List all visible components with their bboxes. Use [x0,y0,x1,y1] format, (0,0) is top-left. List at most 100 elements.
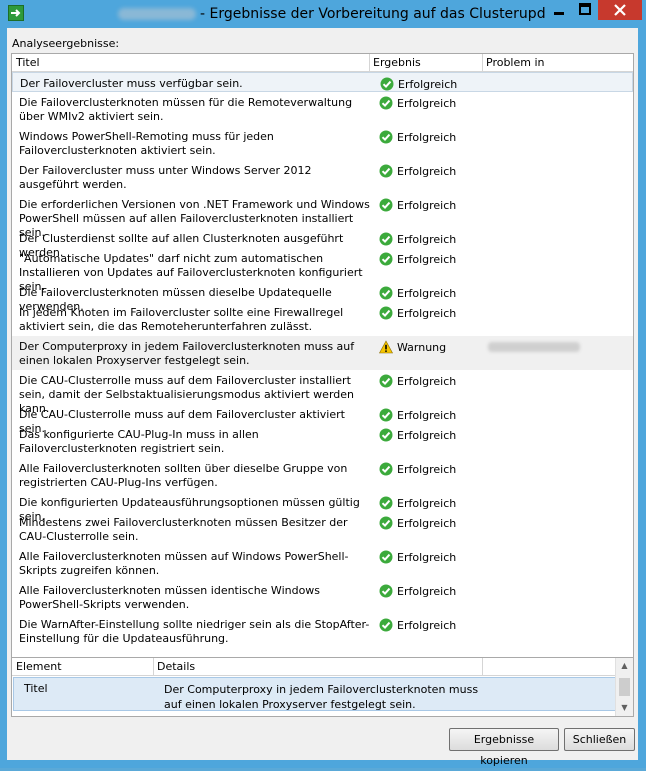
success-check-icon [379,550,393,564]
scroll-thumb[interactable] [619,678,630,696]
row-result-label: Erfolgreich [397,551,457,564]
details-grid[interactable]: Element Details Titel Der Computerproxy … [11,657,634,717]
table-row[interactable]: Alle Failoverclusterknoten sollten über … [12,458,633,492]
success-check-icon [379,496,393,510]
row-title: Der Failovercluster muss unter Windows S… [19,164,312,191]
table-row[interactable]: Die CAU-Clusterrolle muss auf dem Failov… [12,404,633,435]
row-result-label: Erfolgreich [397,253,457,266]
results-grid-header: Titel Ergebnis Problem in [12,54,633,72]
success-check-icon [379,374,393,388]
table-row[interactable]: Der Computerproxy in jedem Failoverclust… [12,336,633,370]
row-result: Erfolgreich [379,584,456,599]
maximize-button[interactable] [572,0,598,20]
row-result: Erfolgreich [379,252,456,267]
table-row[interactable]: Mindestens zwei Failoverclusterknoten mü… [12,512,633,546]
row-result: Erfolgreich [379,306,456,321]
column-header-element[interactable]: Element [16,660,62,673]
row-result-label: Erfolgreich [397,497,457,510]
table-row[interactable]: Windows PowerShell-Remoting muss für jed… [12,126,633,160]
success-check-icon [380,77,394,91]
row-title: Mindestens zwei Failoverclusterknoten mü… [19,516,348,543]
table-row[interactable]: Der Failovercluster muss verfügbar sein.… [12,72,633,92]
row-result: Erfolgreich [379,232,456,247]
table-row[interactable]: In jedem Knoten im Failovercluster sollt… [12,302,633,336]
table-row[interactable]: "Automatische Updates" darf nicht zum au… [12,248,633,293]
copy-results-button[interactable]: Ergebnisse kopieren [449,728,559,767]
row-result: Erfolgreich [379,496,456,511]
row-result-label: Erfolgreich [398,78,458,91]
table-row[interactable]: Der Clusterdienst sollte auf allen Clust… [12,228,633,259]
success-check-icon [379,252,393,266]
row-result: Erfolgreich [379,550,456,565]
success-check-icon [379,408,393,422]
row-title: Die Failoverclusterknoten müssen für die… [19,96,353,123]
row-result: Erfolgreich [379,286,456,301]
row-result-label: Erfolgreich [397,463,457,476]
table-row[interactable]: Alle Failoverclusterknoten müssen auf Wi… [12,546,633,580]
row-result-label: Erfolgreich [397,287,457,300]
warning-icon [379,340,393,354]
column-header-details[interactable]: Details [157,660,195,673]
analysis-results-label: Analyseergebnisse: [12,37,120,50]
row-title: Windows PowerShell-Remoting muss für jed… [19,130,274,157]
table-row[interactable]: Die konfigurierten Updateausführungsopti… [12,492,633,523]
results-grid[interactable]: Titel Ergebnis Problem in Der Failovercl… [11,53,634,673]
row-result: Warnung [379,340,446,355]
row-result-label: Erfolgreich [397,585,457,598]
row-result-label: Erfolgreich [397,429,457,442]
row-result-label: Erfolgreich [397,233,457,246]
row-title: Alle Failoverclusterknoten müssen auf Wi… [19,550,349,577]
table-row[interactable]: Die Failoverclusterknoten müssen für die… [12,92,633,126]
row-result-label: Erfolgreich [397,375,457,388]
table-row[interactable]: Die Failoverclusterknoten müssen dieselb… [12,282,633,313]
row-result-label: Erfolgreich [397,517,457,530]
row-title: Alle Failoverclusterknoten müssen identi… [19,584,321,611]
close-window-button[interactable] [598,0,642,20]
table-row[interactable]: Das konfigurierte CAU-Plug-In muss in al… [12,424,633,458]
details-scrollbar[interactable]: ▲ ▼ [615,658,633,716]
row-result-label: Erfolgreich [397,619,457,632]
window-title: - Ergebnisse der Vorbereitung auf das Cl… [200,6,569,22]
close-button[interactable]: Schließen [564,728,635,751]
success-check-icon [379,618,393,632]
success-check-icon [379,462,393,476]
dialog-body: Analyseergebnisse: Titel Ergebnis Proble… [7,28,638,767]
success-check-icon [379,130,393,144]
row-result: Erfolgreich [379,428,456,443]
row-result-label: Warnung [397,341,447,354]
success-check-icon [379,306,393,320]
scroll-up-arrow-icon[interactable]: ▲ [616,659,633,673]
column-header-problem[interactable]: Problem in [486,56,545,69]
success-check-icon [379,584,393,598]
success-check-icon [379,164,393,178]
details-grid-header: Element Details [12,658,633,676]
table-row[interactable]: Die WarnAfter-Einstellung sollte niedrig… [12,614,633,648]
scroll-down-arrow-icon[interactable]: ▼ [616,701,633,715]
row-result-label: Erfolgreich [397,199,457,212]
row-result: Erfolgreich [379,462,456,477]
row-result-label: Erfolgreich [397,409,457,422]
table-row[interactable]: Die CAU-Clusterrolle muss auf dem Failov… [12,370,633,415]
table-row[interactable]: Alle Failoverclusterknoten müssen identi… [12,580,633,614]
title-bar[interactable]: - Ergebnisse der Vorbereitung auf das Cl… [0,0,646,28]
details-value: Der Computerproxy in jedem Failoverclust… [164,683,479,711]
minimize-button[interactable] [546,0,572,20]
details-row[interactable]: Titel Der Computerproxy in jedem Failove… [13,677,618,711]
row-result: Erfolgreich [379,96,456,111]
success-check-icon [379,232,393,246]
row-result: Erfolgreich [379,130,456,145]
details-key: Titel [24,682,48,695]
problem-node-redacted [488,342,580,352]
table-row[interactable]: Der Failovercluster muss unter Windows S… [12,160,633,194]
row-result: Erfolgreich [379,198,456,213]
app-icon [8,5,24,21]
row-title: Die WarnAfter-Einstellung sollte niedrig… [19,618,370,645]
table-row[interactable]: Die erforderlichen Versionen von .NET Fr… [12,194,633,239]
row-result-label: Erfolgreich [397,131,457,144]
row-title: In jedem Knoten im Failovercluster sollt… [19,306,344,333]
column-header-ergebnis[interactable]: Ergebnis [373,56,421,69]
dialog-window: - Ergebnisse der Vorbereitung auf das Cl… [0,0,646,768]
column-header-titel[interactable]: Titel [16,56,40,69]
cluster-name-redacted [118,8,196,20]
success-check-icon [379,286,393,300]
